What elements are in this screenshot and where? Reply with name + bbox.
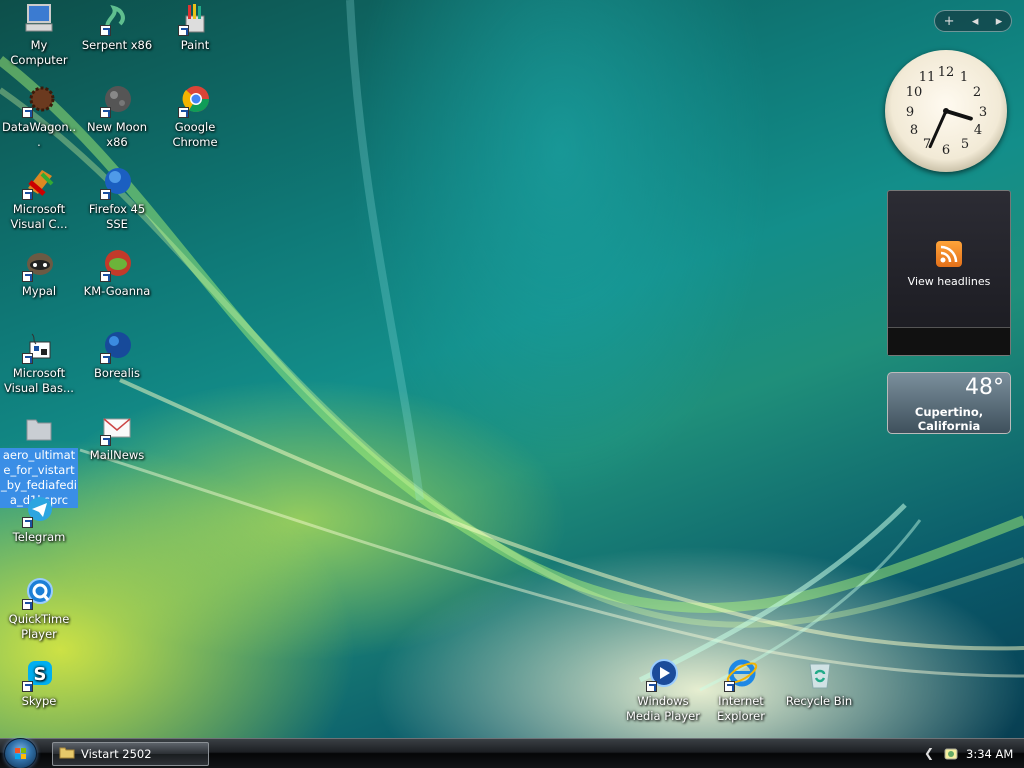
clock-hour-hand <box>944 109 973 121</box>
shortcut-arrow-icon <box>100 189 111 200</box>
shortcut-arrow-icon <box>100 25 111 36</box>
computer-icon <box>22 2 56 36</box>
system-tray: ❮ 3:34 AM <box>914 739 1024 768</box>
desktop-icon-my-computer[interactable]: My Computer <box>0 2 78 68</box>
shortcut-arrow-icon <box>178 25 189 36</box>
shortcut-arrow-icon <box>22 681 33 692</box>
windows-logo-icon <box>15 748 26 759</box>
skype-icon: S <box>22 658 56 692</box>
chrome-icon <box>178 84 212 118</box>
clock-minute-hand <box>928 109 948 149</box>
weather-city: Cupertino, California <box>914 405 984 433</box>
desktop-icon-recycle-bin[interactable]: Recycle Bin <box>780 658 858 709</box>
gadget-bar-controls: + ◂ ▸ <box>934 10 1012 32</box>
taskbar: Vistart 2502 ❮ 3:34 AM <box>0 738 1024 768</box>
desktop-icon-ms-visual-basic[interactable]: Microsoft Visual Bas... <box>0 330 78 396</box>
folder-icon <box>59 746 75 762</box>
shortcut-arrow-icon <box>100 271 111 282</box>
view-headlines-label[interactable]: View headlines <box>888 275 1010 288</box>
tray-app-icon[interactable] <box>944 747 958 760</box>
feed-footer <box>888 327 1010 355</box>
goanna-icon <box>100 248 134 282</box>
clock-face: 12 1 2 3 4 5 6 7 8 9 10 11 <box>906 65 987 158</box>
desktop-icon-new-moon[interactable]: New Moon x86 <box>78 84 156 150</box>
svg-text:11: 11 <box>919 70 936 85</box>
borealis-icon <box>100 330 134 364</box>
shortcut-arrow-icon <box>22 517 33 528</box>
quicktime-icon <box>22 576 56 610</box>
svg-text:8: 8 <box>910 123 918 138</box>
desktop-icon-chrome[interactable]: Google Chrome <box>156 84 234 150</box>
desktop-icon-serpent[interactable]: Serpent x86 <box>78 2 156 53</box>
desktop-icon-mypal[interactable]: Mypal <box>0 248 78 299</box>
clock-time[interactable]: 3:34 AM <box>966 747 1013 761</box>
svg-text:3: 3 <box>979 105 987 120</box>
add-gadget-button[interactable]: + <box>944 14 955 29</box>
svg-text:S: S <box>34 664 47 685</box>
folder-icon <box>22 412 56 446</box>
weather-gadget[interactable]: 48° Cupertino, California <box>887 372 1011 434</box>
feed-headlines-gadget[interactable]: View headlines <box>887 190 1011 356</box>
svg-text:2: 2 <box>973 85 981 100</box>
desktop-icon-borealis[interactable]: Borealis <box>78 330 156 381</box>
shortcut-arrow-icon <box>646 681 657 692</box>
svg-text:10: 10 <box>906 85 923 100</box>
shortcut-arrow-icon <box>178 107 189 118</box>
desktop-icon-km-goanna[interactable]: KM-Goanna <box>78 248 156 299</box>
svg-text:5: 5 <box>961 137 969 152</box>
mypal-icon <box>22 248 56 282</box>
firefox-icon <box>100 166 134 200</box>
recycle-bin-icon <box>802 658 836 692</box>
desktop-icon-firefox[interactable]: Firefox 45 SSE <box>78 166 156 232</box>
shortcut-arrow-icon <box>22 107 33 118</box>
shortcut-arrow-icon <box>724 681 735 692</box>
desktop-icon-mailnews[interactable]: MailNews <box>78 412 156 463</box>
clock-gadget[interactable]: 12 1 2 3 4 5 6 7 8 9 10 11 <box>885 50 1007 172</box>
shortcut-arrow-icon <box>22 271 33 282</box>
desktop-icon-ms-visual-c[interactable]: Microsoft Visual C... <box>0 166 78 232</box>
gadget-next-button[interactable]: ▸ <box>996 14 1003 29</box>
show-hidden-icons-button[interactable]: ❮ <box>924 746 934 760</box>
internet-explorer-icon <box>724 658 758 692</box>
desktop-icon-quicktime[interactable]: QuickTime Player <box>0 576 78 642</box>
start-button[interactable] <box>4 738 37 768</box>
serpent-icon <box>100 2 134 36</box>
datawagon-icon <box>22 84 56 118</box>
desktop-icon-skype[interactable]: S Skype <box>0 658 78 709</box>
paint-icon <box>178 2 212 36</box>
visual-studio-icon <box>22 166 56 200</box>
media-player-icon <box>646 658 680 692</box>
desktop-icon-paint[interactable]: Paint <box>156 2 234 53</box>
shortcut-arrow-icon <box>100 353 111 364</box>
rss-icon <box>936 241 962 267</box>
desktop-icon-datawagon[interactable]: DataWagon... <box>0 84 78 150</box>
svg-text:9: 9 <box>906 105 914 120</box>
shortcut-arrow-icon <box>22 189 33 200</box>
svg-text:12: 12 <box>938 65 955 80</box>
svg-text:6: 6 <box>942 143 950 158</box>
visual-basic-icon <box>22 330 56 364</box>
telegram-icon <box>22 494 56 528</box>
weather-temperature: 48° <box>965 375 1004 400</box>
desktop-icon-ie[interactable]: Internet Explorer <box>702 658 780 724</box>
moon-icon <box>100 84 134 118</box>
taskbar-button-label: Vistart 2502 <box>81 747 152 761</box>
gadget-prev-button[interactable]: ◂ <box>972 14 979 29</box>
shortcut-arrow-icon <box>100 107 111 118</box>
shortcut-arrow-icon <box>22 353 33 364</box>
desktop-icon-wmp[interactable]: Windows Media Player <box>624 658 702 724</box>
taskbar-button-vistart[interactable]: Vistart 2502 <box>52 742 209 766</box>
svg-text:4: 4 <box>974 123 982 138</box>
mail-icon <box>100 412 134 446</box>
shortcut-arrow-icon <box>100 435 111 446</box>
svg-text:1: 1 <box>960 70 968 85</box>
shortcut-arrow-icon <box>22 599 33 610</box>
desktop-icon-telegram[interactable]: Telegram <box>0 494 78 545</box>
